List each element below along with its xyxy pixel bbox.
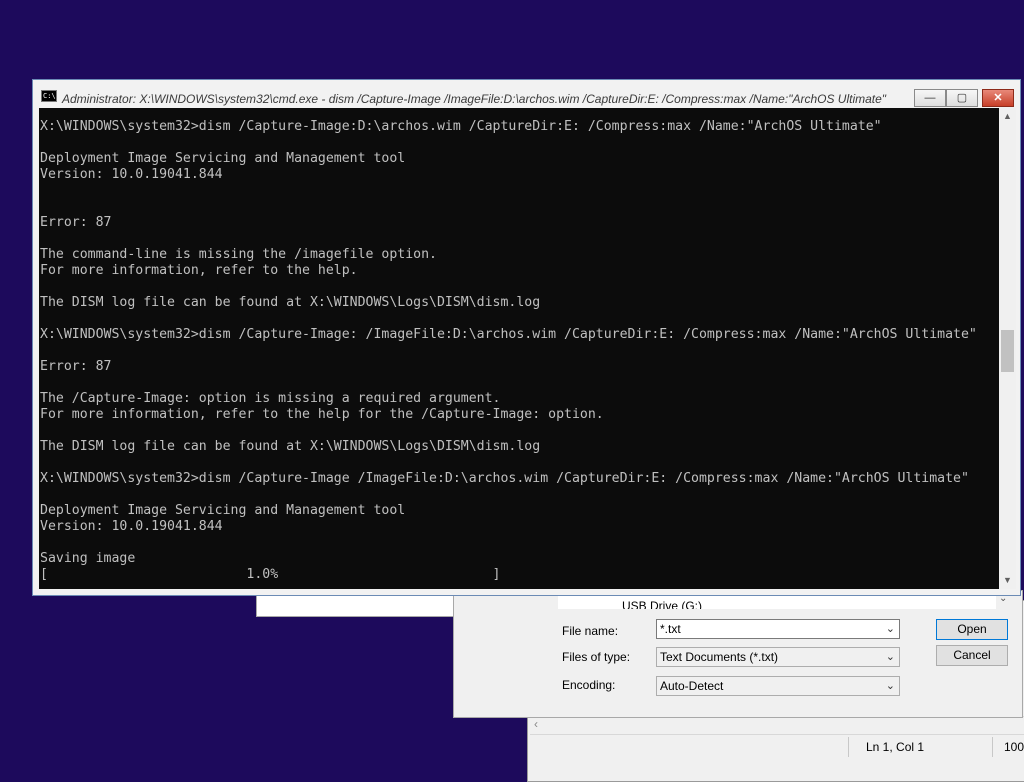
- console-line: Saving image: [40, 551, 136, 566]
- status-separator: [848, 737, 849, 757]
- chevron-down-icon[interactable]: ⌄: [886, 677, 895, 695]
- chevron-down-icon[interactable]: ⌄: [886, 620, 895, 638]
- file-name-value: *.txt: [660, 622, 681, 636]
- file-name-label: File name:: [562, 624, 619, 638]
- console-line: The DISM log file can be found at X:\WIN…: [40, 439, 541, 454]
- status-zoom-level: 100%: [1004, 740, 1024, 754]
- scrollbar-thumb[interactable]: [1001, 330, 1014, 372]
- console-text: X:\WINDOWS\system32>dism /Capture-Image:…: [39, 108, 999, 583]
- scroll-left-icon[interactable]: ‹: [534, 717, 538, 731]
- window-title: Administrator: X:\WINDOWS\system32\cmd.e…: [62, 92, 887, 106]
- console-line: Deployment Image Servicing and Managemen…: [40, 151, 406, 166]
- open-button[interactable]: Open: [936, 619, 1008, 640]
- chevron-down-icon[interactable]: ⌄: [886, 648, 895, 666]
- close-button[interactable]: ✕: [982, 89, 1014, 107]
- notepad-horizontal-scrollbar[interactable]: ‹: [530, 716, 1024, 734]
- console-line: X:\WINDOWS\system32>dism /Capture-Image …: [40, 471, 969, 486]
- console-line: Deployment Image Servicing and Managemen…: [40, 503, 406, 518]
- cancel-button[interactable]: Cancel: [936, 645, 1008, 666]
- encoding-value: Auto-Detect: [660, 679, 724, 693]
- console-line: Error: 87: [40, 215, 112, 230]
- file-list-item[interactable]: USB Drive (G:): [622, 599, 702, 609]
- title-bar[interactable]: C:\ Administrator: X:\WINDOWS\system32\c…: [33, 80, 1020, 108]
- status-separator: [992, 737, 993, 757]
- open-file-dialog: USB Drive (G:) ⌄ File name: *.txt ⌄ File…: [453, 590, 1023, 718]
- console-line: [ 1.0% ]: [40, 567, 501, 582]
- console-line: Error: 87: [40, 359, 112, 374]
- file-type-label: Files of type:: [562, 650, 631, 664]
- file-type-select[interactable]: Text Documents (*.txt) ⌄: [656, 647, 900, 667]
- status-cursor-position: Ln 1, Col 1: [866, 740, 925, 754]
- console-output[interactable]: X:\WINDOWS\system32>dism /Capture-Image:…: [39, 108, 999, 589]
- console-line: Version: 10.0.19041.844: [40, 519, 223, 534]
- console-scrollbar[interactable]: ▲ ▼: [999, 108, 1016, 589]
- console-line: X:\WINDOWS\system32>dism /Capture-Image:…: [40, 327, 977, 342]
- console-line: The /Capture-Image: option is missing a …: [40, 391, 501, 406]
- console-line: The command-line is missing the /imagefi…: [40, 247, 437, 262]
- cmd-icon: C:\: [41, 90, 57, 102]
- file-name-input[interactable]: *.txt ⌄: [656, 619, 900, 639]
- notepad-status-bar: Ln 1, Col 1 100%: [530, 734, 1024, 759]
- console-line: Version: 10.0.19041.844: [40, 167, 223, 182]
- scroll-down-arrow-icon[interactable]: ▼: [999, 572, 1016, 589]
- console-line: The DISM log file can be found at X:\WIN…: [40, 295, 541, 310]
- encoding-label: Encoding:: [562, 678, 616, 692]
- console-line: For more information, refer to the help …: [40, 407, 604, 422]
- console-line: For more information, refer to the help.: [40, 263, 358, 278]
- encoding-select[interactable]: Auto-Detect ⌄: [656, 676, 900, 696]
- console-line: X:\WINDOWS\system32>dism /Capture-Image:…: [40, 119, 882, 134]
- maximize-button[interactable]: ▢: [946, 89, 978, 107]
- cmd-window: C:\ Administrator: X:\WINDOWS\system32\c…: [32, 79, 1021, 596]
- scroll-up-arrow-icon[interactable]: ▲: [999, 108, 1016, 125]
- minimize-button[interactable]: —: [914, 89, 946, 107]
- file-type-value: Text Documents (*.txt): [660, 650, 779, 664]
